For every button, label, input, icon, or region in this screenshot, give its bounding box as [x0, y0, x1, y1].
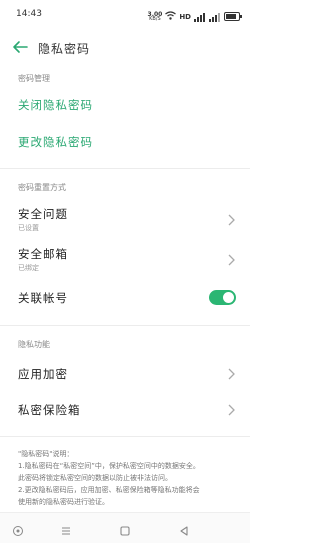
battery-icon: [224, 12, 242, 21]
page-title: 隐私密码: [38, 42, 91, 56]
status-time: 14:43: [16, 9, 42, 19]
back-arrow-icon[interactable]: [10, 38, 30, 56]
row-title: 关联帐号: [18, 291, 68, 305]
security-email-row[interactable]: 安全邮箱 已绑定: [0, 246, 250, 272]
private-safe-row[interactable]: 私密保险箱: [0, 402, 250, 418]
note-line: 此密码将锁定私密空间的数据以防止被非法访问。: [18, 474, 172, 482]
section-label-reset-method: 密码重置方式: [18, 183, 66, 192]
privacy-password-note: "隐私密码"说明： 1.隐私密码在“私密空间”中，保护私密空间中的数据安全。 此…: [18, 448, 233, 508]
navigation-bar: [0, 512, 250, 543]
row-title: 应用加密: [18, 367, 68, 381]
app-encryption-row[interactable]: 应用加密: [0, 366, 250, 382]
wifi-icon: [165, 10, 177, 23]
row-title: 安全邮箱: [18, 247, 68, 261]
note-line: 使用新的隐私密码进行验证。: [18, 498, 109, 506]
signal-icon: [194, 7, 206, 26]
note-title: "隐私密码"说明：: [18, 450, 74, 458]
section-label-privacy-features: 隐私功能: [18, 340, 50, 349]
section-label-password-management: 密码管理: [18, 74, 50, 83]
linked-account-toggle[interactable]: [209, 290, 236, 305]
row-subtitle: 已绑定: [18, 264, 39, 272]
status-bar: 14:43 3.00 KB/S HD: [0, 0, 250, 28]
turn-off-privacy-password-link[interactable]: 关闭隐私密码: [18, 97, 93, 113]
chevron-right-icon: [226, 366, 236, 380]
change-privacy-password-link[interactable]: 更改隐私密码: [18, 134, 93, 150]
triangle-left-icon[interactable]: [178, 522, 190, 536]
row-title: 安全问题: [18, 207, 68, 221]
divider: [0, 168, 250, 169]
toggle-knob: [223, 292, 234, 303]
circle-icon[interactable]: [12, 522, 24, 536]
menu-icon[interactable]: [60, 522, 72, 535]
note-line: 2.更改隐私密码后，应用加密、私密保险箱等隐私功能将会: [18, 486, 200, 494]
square-icon[interactable]: [119, 522, 131, 536]
signal-icon-2: [209, 7, 221, 26]
divider: [0, 325, 250, 326]
network-speed: 3.00 KB/S: [147, 10, 163, 22]
chevron-right-icon: [226, 212, 236, 226]
security-question-row[interactable]: 安全问题 已设置: [0, 206, 250, 232]
row-title: 私密保险箱: [18, 403, 81, 417]
divider: [0, 436, 250, 437]
linked-account-row: 关联帐号: [0, 290, 250, 308]
row-subtitle: 已设置: [18, 224, 39, 232]
app-bar: 隐私密码: [0, 30, 250, 64]
chevron-right-icon: [226, 252, 236, 266]
hd-label: HD: [179, 12, 191, 21]
chevron-right-icon: [226, 402, 236, 416]
status-icons: 3.00 KB/S HD: [147, 7, 242, 26]
note-line: 1.隐私密码在“私密空间”中，保护私密空间中的数据安全。: [18, 462, 200, 470]
